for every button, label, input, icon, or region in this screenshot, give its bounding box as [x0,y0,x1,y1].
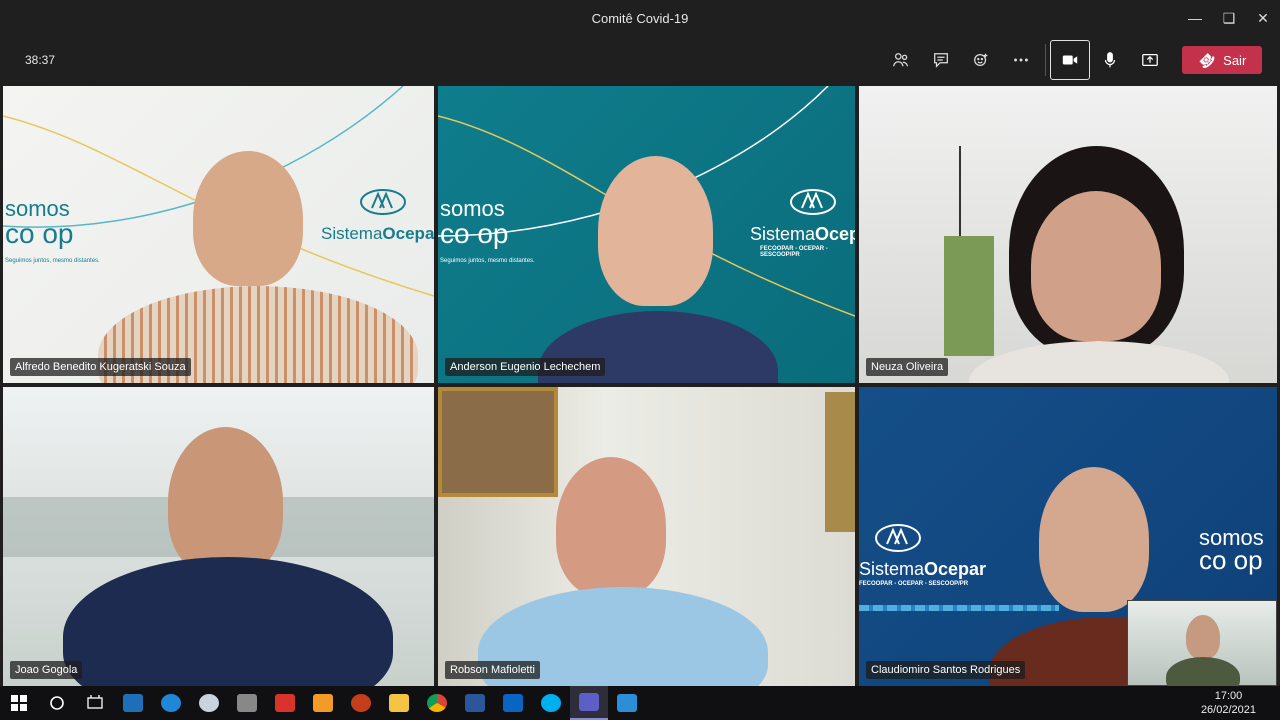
sistema-text: Sistema [859,559,925,579]
ocepar-emblem-icon [360,189,406,215]
media-player-icon[interactable] [114,686,152,720]
slogan-text: Seguimos juntos, mesmo distantes. [440,258,535,264]
search-circle-icon[interactable] [38,686,76,720]
restore-icon[interactable]: ❑ [1212,0,1246,36]
sistema-text: Sistema [750,224,816,244]
reactions-icon[interactable] [961,40,1001,80]
participant-body [969,341,1229,383]
word-icon[interactable] [456,686,494,720]
video-tile[interactable]: Neuza Oliveira [859,86,1277,383]
task-view-icon[interactable] [76,686,114,720]
windows-taskbar: 17:00 26/02/2021 [0,686,1280,720]
participant-name: Alfredo Benedito Kugeratski Souza [10,358,191,376]
participant-face [1031,191,1161,341]
coop-text: co op [5,218,74,249]
participant-face [556,457,666,597]
participant-face [1039,467,1149,612]
self-view-preview[interactable] [1127,600,1277,686]
coop-text: co op [1199,545,1263,575]
antivirus-icon[interactable] [266,686,304,720]
ocepar-text: Ocepar [815,224,855,244]
meeting-timer: 38:37 [25,53,56,67]
skype-icon[interactable] [532,686,570,720]
meeting-toolbar: 38:37 ☎ Sair [0,36,1280,86]
system-clock[interactable]: 17:00 26/02/2021 [1201,689,1256,717]
chrome-icon[interactable] [418,686,456,720]
ocepar-text: Ocepar [382,224,434,243]
video-grid: somos co op Seguimos juntos, mesmo dista… [0,86,1280,686]
video-tile[interactable]: Joao Gogola [3,387,434,686]
ocepar-subtitle: FECOOPAR - OCEPAR - SESCOOP/PR [859,581,969,587]
participant-body [63,557,393,686]
ocepar-logo: SistemaOcepar [750,224,855,245]
window-title: Comitê Covid-19 [591,10,689,26]
share-screen-icon[interactable] [1130,40,1170,80]
teams-icon[interactable] [570,686,608,720]
participants-icon[interactable] [881,40,921,80]
video-tile[interactable]: SistemaOcepar FECOOPAR - OCEPAR - SESCOO… [859,387,1277,686]
decorative-stripe [859,605,1059,611]
close-icon[interactable]: ✕ [1246,0,1280,36]
file-explorer-icon[interactable] [380,686,418,720]
media-app-icon[interactable] [608,686,646,720]
self-body [1166,657,1240,686]
minimize-icon[interactable]: — [1178,0,1212,36]
meeting-controls: ☎ Sair [881,40,1262,80]
ocepar-logo: SistemaOcepar [321,224,434,244]
paint-icon[interactable] [190,686,228,720]
window-controls: — ❑ ✕ [1178,0,1280,36]
window-view [944,236,994,356]
calculator-icon[interactable] [228,686,266,720]
participant-name: Anderson Eugenio Lechechem [445,358,606,376]
slogan-text: Seguimos juntos, mesmo distantes. [5,258,100,264]
participant-name: Neuza Oliveira [866,358,949,376]
sistema-text: Sistema [321,224,383,243]
video-tile[interactable]: somos co op Seguimos juntos, mesmo dista… [3,86,434,383]
toolbar-separator [1045,44,1046,76]
title-bar: Comitê Covid-19 — ❑ ✕ [0,0,1280,36]
edge-icon[interactable] [152,686,190,720]
hang-up-icon: ☎ [1194,48,1219,73]
leave-label: Sair [1223,52,1247,68]
pdf-tool-icon[interactable] [304,686,342,720]
participant-name: Claudiomiro Santos Rodrigues [866,661,1026,679]
camera-icon[interactable] [1050,40,1090,80]
self-face [1186,615,1220,659]
participant-face [193,151,303,286]
outlook-icon[interactable] [494,686,532,720]
chat-icon[interactable] [921,40,961,80]
ocepar-text: Ocepar [924,559,987,579]
leave-button[interactable]: ☎ Sair [1182,46,1262,74]
participant-name: Robson Mafioletti [445,661,540,679]
participant-face [168,427,283,577]
microphone-icon[interactable] [1090,40,1130,80]
powerpoint-icon[interactable] [342,686,380,720]
more-options-icon[interactable] [1001,40,1041,80]
wall-frame [825,392,855,532]
wall-painting [438,387,558,497]
participant-face [598,156,713,306]
video-tile[interactable]: somos co op Seguimos juntos, mesmo dista… [438,86,855,383]
ocepar-logo: SistemaOcepar [859,559,986,580]
ocepar-emblem-icon [875,524,921,552]
ocepar-emblem-icon [790,189,836,215]
pendant-lamp [959,146,961,236]
clock-time: 17:00 [1214,690,1243,702]
windows-start-icon[interactable] [0,686,38,720]
clock-date: 26/02/2021 [1200,704,1256,716]
participant-name: Joao Gogola [10,661,83,679]
video-tile[interactable]: Robson Mafioletti [438,387,855,686]
ocepar-subtitle: FECOOPAR - OCEPAR - SESCOOP/PR [760,246,828,258]
coop-text: co op [440,218,509,249]
